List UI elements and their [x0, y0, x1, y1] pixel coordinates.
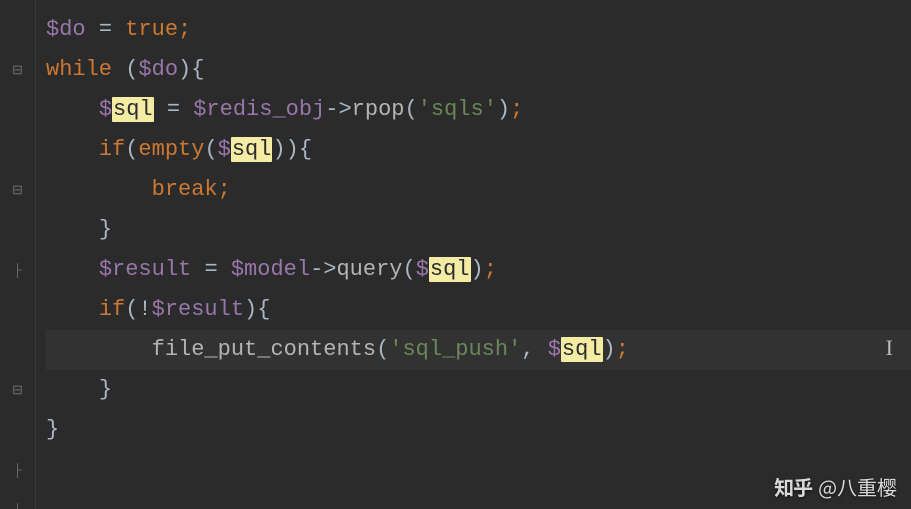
code-token: [535, 337, 548, 362]
fold-collapse-icon[interactable]: ⊟: [0, 170, 35, 210]
code-line[interactable]: $result = $model->query($sql);: [46, 250, 911, 290]
code-token: ): [603, 337, 616, 362]
search-highlight: sql: [112, 97, 154, 122]
fold-guide-icon: ├: [0, 250, 35, 290]
code-token: ->: [325, 97, 351, 122]
fold-guide-icon: ├: [0, 450, 35, 490]
code-token: [180, 97, 193, 122]
code-token: (: [402, 257, 415, 282]
fold-gutter: ⊟⊟├⊟├└: [0, 0, 36, 509]
code-token: [86, 17, 99, 42]
code-line[interactable]: while ($do){: [46, 50, 911, 90]
text-cursor-icon: I: [886, 328, 893, 368]
code-token: if: [99, 137, 125, 162]
code-token: if: [99, 297, 125, 322]
code-token: (: [125, 137, 138, 162]
code-token: $result: [152, 297, 244, 322]
code-token: file_put_contents: [152, 337, 376, 362]
fold-empty: [0, 10, 35, 50]
code-token: (: [376, 337, 389, 362]
code-line[interactable]: }: [46, 410, 911, 450]
code-token: (: [204, 137, 217, 162]
code-token: }: [46, 417, 59, 442]
fold-collapse-icon[interactable]: ⊟: [0, 50, 35, 90]
code-token: ;: [218, 177, 231, 202]
code-token: query: [336, 257, 402, 282]
code-token: $do: [138, 57, 178, 82]
code-token: ): [471, 257, 484, 282]
code-token: ->: [310, 257, 336, 282]
search-highlight: sql: [429, 257, 471, 282]
code-token: $: [416, 257, 429, 282]
code-token: =: [204, 257, 217, 282]
code-token: $model: [231, 257, 310, 282]
code-editor[interactable]: ⊟⊟├⊟├└ $do = true;while ($do){ $sql = $r…: [0, 0, 911, 509]
code-token: [218, 257, 231, 282]
code-token: ;: [510, 97, 523, 122]
code-token: (: [112, 57, 138, 82]
code-token: break: [152, 177, 218, 202]
code-token: {: [257, 297, 270, 322]
code-token: $redis_obj: [193, 97, 325, 122]
code-line[interactable]: $sql = $redis_obj->rpop('sqls');: [46, 90, 911, 130]
search-highlight: sql: [561, 337, 603, 362]
code-token: $do: [46, 17, 86, 42]
fold-empty: [0, 290, 35, 330]
code-token: )): [272, 137, 298, 162]
code-token: ;: [484, 257, 497, 282]
fold-empty: [0, 90, 35, 130]
code-line[interactable]: }: [46, 210, 911, 250]
code-line[interactable]: if(!$result){: [46, 290, 911, 330]
code-token: ): [178, 57, 191, 82]
code-token: {: [191, 57, 204, 82]
code-token: $result: [99, 257, 191, 282]
code-token: $: [99, 97, 112, 122]
code-token: ;: [178, 17, 191, 42]
code-token: (!: [125, 297, 151, 322]
code-token: {: [299, 137, 312, 162]
code-line[interactable]: $do = true;: [46, 10, 911, 50]
code-token: ): [497, 97, 510, 122]
code-line[interactable]: break;: [46, 170, 911, 210]
code-token: =: [167, 97, 180, 122]
code-token: ,: [521, 337, 534, 362]
code-token: }: [99, 217, 112, 242]
search-highlight: sql: [231, 137, 273, 162]
code-token: ): [244, 297, 257, 322]
code-token: rpop: [352, 97, 405, 122]
code-token: while: [46, 57, 112, 82]
code-token: 'sqls': [418, 97, 497, 122]
code-token: ;: [616, 337, 629, 362]
code-token: true: [125, 17, 178, 42]
code-token: [112, 17, 125, 42]
code-token: $: [218, 137, 231, 162]
code-line[interactable]: if(empty($sql)){: [46, 130, 911, 170]
fold-empty: [0, 330, 35, 370]
code-token: }: [99, 377, 112, 402]
fold-collapse-icon[interactable]: ⊟: [0, 370, 35, 410]
code-token: =: [99, 17, 112, 42]
code-token: [191, 257, 204, 282]
code-token: (: [404, 97, 417, 122]
code-token: [154, 97, 167, 122]
code-token: empty: [138, 137, 204, 162]
code-line[interactable]: file_put_contents('sql_push', $sql); I: [46, 330, 911, 370]
code-token: $: [548, 337, 561, 362]
fold-guide-icon: └: [0, 490, 35, 509]
code-token: 'sql_push': [389, 337, 521, 362]
fold-empty: [0, 410, 35, 450]
fold-empty: [0, 210, 35, 250]
code-area[interactable]: $do = true;while ($do){ $sql = $redis_ob…: [36, 0, 911, 509]
code-line[interactable]: }: [46, 370, 911, 410]
fold-empty: [0, 130, 35, 170]
